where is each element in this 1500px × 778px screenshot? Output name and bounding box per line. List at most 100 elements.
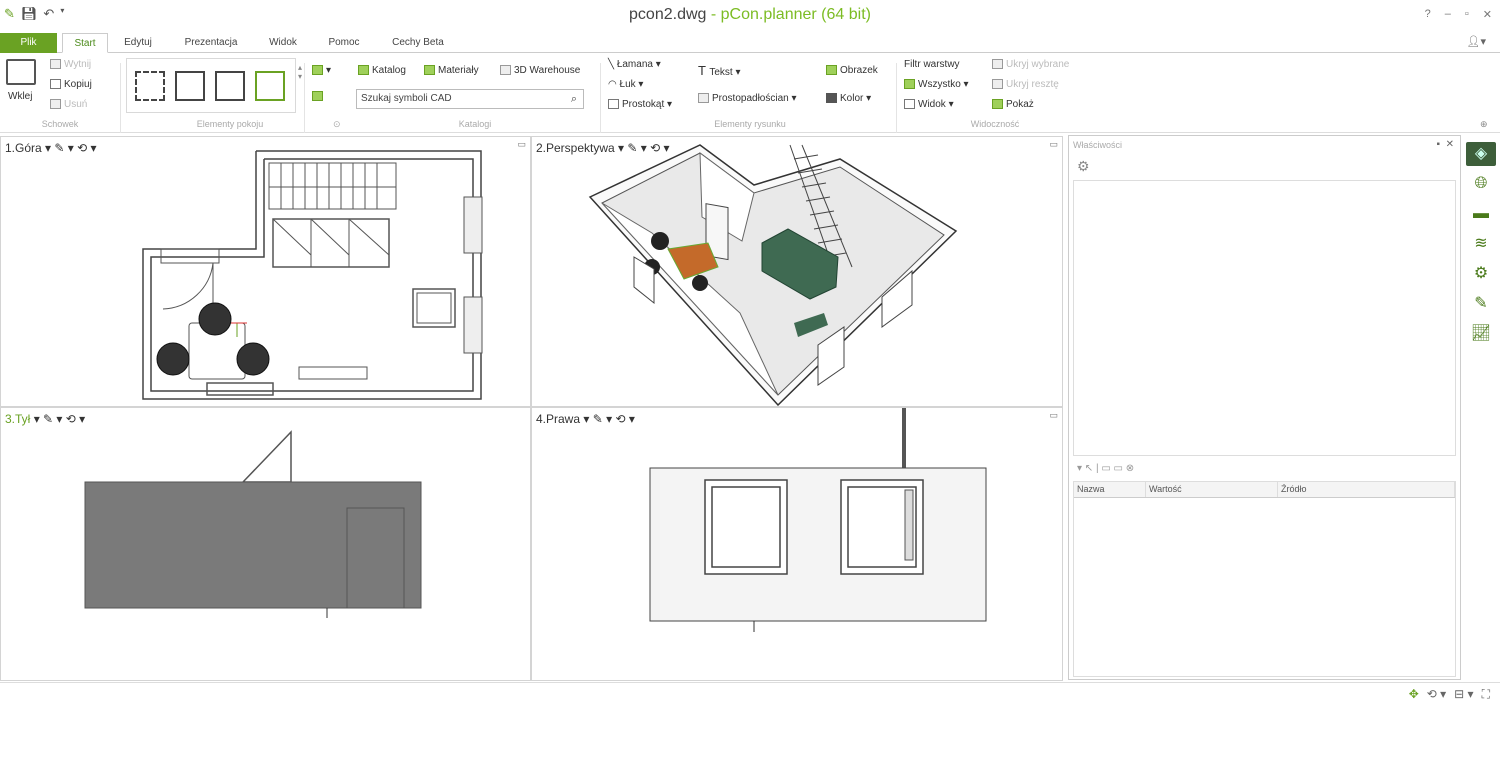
- group-divider: [600, 63, 601, 133]
- materials-icon: [424, 65, 435, 76]
- tab-edit[interactable]: Edytuj: [112, 33, 164, 53]
- warehouse-button[interactable]: 3D Warehouse: [500, 65, 580, 76]
- layer-filter-label: Filtr warstwy: [904, 59, 960, 70]
- layout-icon[interactable]: ⊟ ▾: [1454, 687, 1473, 702]
- group-clipboard: Schowek: [41, 119, 79, 129]
- group-divider: [120, 63, 121, 133]
- materials-button[interactable]: Materiały: [424, 65, 479, 76]
- rectangle-icon: [608, 99, 619, 110]
- orbit-icon[interactable]: ⟲ ▾: [1427, 687, 1446, 702]
- move-icon[interactable]: ✥: [1409, 687, 1419, 702]
- room-icon[interactable]: [175, 71, 205, 101]
- catalog-icon: [358, 65, 369, 76]
- viewport-label[interactable]: 2.Perspektywa ▾ ✎ ▾ ⟲ ▾: [536, 141, 670, 155]
- minimize-icon[interactable]: ▭: [1049, 139, 1058, 150]
- delete-icon: [50, 99, 61, 110]
- catalog-button[interactable]: Katalog: [358, 65, 406, 76]
- settings-icon[interactable]: ⚙︎: [1466, 262, 1496, 286]
- close-button[interactable]: ✕: [1483, 8, 1492, 21]
- insert-icon[interactable]: [312, 91, 326, 102]
- viewport-label[interactable]: 1.Góra ▾ ✎ ▾ ⟲ ▾: [5, 141, 97, 155]
- add-element-icon[interactable]: ▾: [312, 65, 331, 76]
- arc-button[interactable]: ◠ Łuk ▾: [608, 79, 643, 90]
- tab-view[interactable]: Widok: [258, 33, 308, 53]
- hide-selected-button[interactable]: Ukryj wybrane: [992, 59, 1069, 70]
- properties-table: Nazwa Wartość Źródło: [1073, 481, 1456, 677]
- grid-icon: [904, 99, 915, 110]
- box-button[interactable]: Prostopadłościan ▾: [698, 93, 797, 104]
- paste-button[interactable]: Wklej: [8, 91, 32, 102]
- warehouse-icon: [500, 65, 511, 76]
- hide-rest-button[interactable]: Ukryj resztę: [992, 79, 1059, 90]
- column-source[interactable]: Źródło: [1278, 482, 1455, 497]
- cube-icon[interactable]: ◈: [1466, 142, 1496, 166]
- tab-file[interactable]: Plik: [0, 33, 57, 53]
- arc-icon: ◠: [608, 79, 620, 90]
- gallery-scroll-icon[interactable]: ▴ ▾: [298, 63, 302, 81]
- properties-toolbar[interactable]: ▾ ↖ | ▭ ▭ ⊗: [1077, 463, 1134, 474]
- color-button[interactable]: Kolor ▾: [826, 93, 871, 104]
- box-icon: [698, 93, 709, 104]
- minimize-icon[interactable]: ▭: [517, 139, 526, 150]
- tab-help[interactable]: Pomoc: [316, 33, 372, 53]
- text-icon: T: [698, 63, 710, 78]
- view-button[interactable]: Widok ▾: [904, 99, 954, 110]
- window-icon[interactable]: [255, 71, 285, 101]
- viewport-label[interactable]: 4.Prawa ▾ ✎ ▾ ⟲ ▾: [536, 412, 635, 426]
- user-icon[interactable]: 👤︎▾: [1467, 35, 1487, 48]
- globe-search-icon[interactable]: 🌐︎: [1466, 172, 1496, 196]
- cad-search-input[interactable]: Szukaj symboli CAD ⌕: [356, 89, 584, 109]
- viewport-perspective[interactable]: 2.Perspektywa ▾ ✎ ▾ ⟲ ▾ ▭: [531, 136, 1063, 407]
- copy-button[interactable]: Kopiuj: [50, 79, 92, 90]
- ribbon: Wklej Wytnij Kopiuj Usuń Schowek ▴ ▾ Elem…: [0, 53, 1500, 133]
- panel-controls[interactable]: ▪ ✕: [1437, 139, 1454, 150]
- group-drawing: Elementy rysunku: [714, 119, 786, 129]
- app-name: pCon.planner (64 bit): [720, 6, 871, 23]
- polyline-button[interactable]: ╲ Łamana ▾: [608, 59, 661, 70]
- tab-presentation[interactable]: Prezentacja: [170, 33, 252, 53]
- viewport-top[interactable]: 1.Góra ▾ ✎ ▾ ⟲ ▾ ▭: [0, 136, 531, 407]
- hide-icon: [992, 59, 1003, 70]
- chart-icon[interactable]: 📈︎: [1466, 322, 1496, 346]
- copy-icon: [50, 79, 61, 90]
- properties-title: Właściwości: [1073, 140, 1123, 150]
- color-swatch-icon: [826, 93, 837, 104]
- minimize-icon[interactable]: ▭: [1049, 410, 1058, 421]
- clipboard-icon[interactable]: [6, 59, 36, 85]
- box-icon[interactable]: ▬: [1466, 202, 1496, 226]
- pen-icon[interactable]: ✎: [1466, 292, 1496, 316]
- all-button[interactable]: Wszystko ▾: [904, 79, 969, 90]
- search-icon[interactable]: ⌕: [571, 90, 577, 108]
- window-controls: ? – ▫ ✕: [1425, 8, 1492, 21]
- right-sidebar: ◈ 🌐︎ ▬ ≋ ⚙︎ ✎ 📈︎: [1462, 136, 1500, 376]
- column-name[interactable]: Nazwa: [1074, 482, 1146, 497]
- room-elements-gallery: [126, 58, 296, 113]
- status-bar: ✥ ⟲ ▾ ⊟ ▾ ⛶: [0, 682, 1500, 704]
- properties-settings-icon[interactable]: ⚙︎: [1077, 158, 1090, 175]
- layers-icon[interactable]: ≋: [1466, 232, 1496, 256]
- viewport-right[interactable]: 4.Prawa ▾ ✎ ▾ ⟲ ▾ ▭: [531, 407, 1063, 681]
- column-value[interactable]: Wartość: [1146, 482, 1278, 497]
- cut-button[interactable]: Wytnij: [50, 59, 91, 70]
- ribbon-tabs: Plik Start Edytuj Prezentacja Widok Pomo…: [0, 33, 1500, 53]
- scissors-icon: [50, 59, 61, 70]
- viewport-label[interactable]: 3.Tył ▾ ✎ ▾ ⟲ ▾: [5, 412, 85, 426]
- door-icon[interactable]: [215, 71, 245, 101]
- tab-beta[interactable]: Cechy Beta: [380, 33, 456, 53]
- ribbon-pin-icon[interactable]: ⊕: [1480, 119, 1488, 130]
- minimize-button[interactable]: –: [1445, 8, 1451, 21]
- tab-start[interactable]: Start: [62, 33, 108, 53]
- text-button[interactable]: T Tekst ▾: [698, 63, 740, 78]
- image-button[interactable]: Obrazek: [826, 65, 878, 76]
- show-button[interactable]: Pokaż: [992, 99, 1034, 110]
- dialog-launcher-icon[interactable]: ⊙: [333, 119, 341, 130]
- polyline-icon: ╲: [608, 59, 617, 70]
- delete-button[interactable]: Usuń: [50, 99, 87, 110]
- maximize-button[interactable]: ▫: [1465, 8, 1469, 21]
- rectangle-button[interactable]: Prostokąt ▾: [608, 99, 672, 110]
- fullscreen-icon[interactable]: ⛶: [1482, 687, 1490, 702]
- viewport-back[interactable]: 3.Tył ▾ ✎ ▾ ⟲ ▾: [0, 407, 531, 681]
- wall-icon[interactable]: [135, 71, 165, 101]
- window-title: pcon2.dwg - pCon.planner (64 bit): [629, 6, 871, 23]
- help-button[interactable]: ?: [1425, 8, 1431, 21]
